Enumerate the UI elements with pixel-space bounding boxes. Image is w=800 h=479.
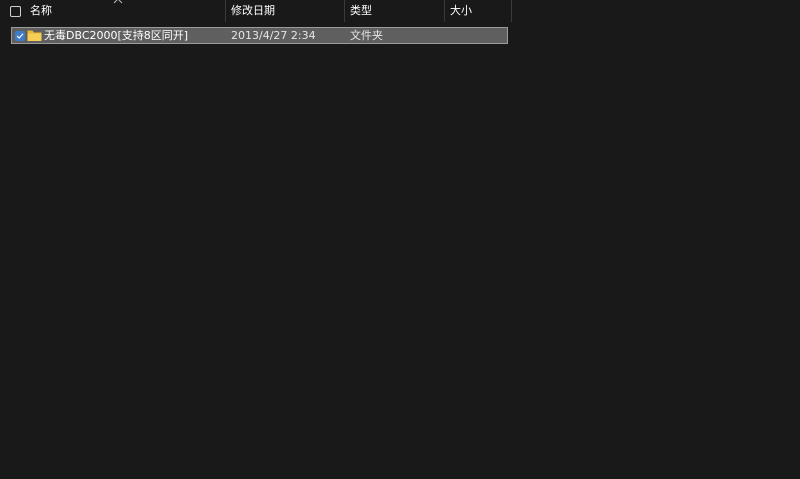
- column-header-name[interactable]: 名称: [25, 0, 226, 22]
- column-header-type-label: 类型: [350, 4, 372, 17]
- column-divider[interactable]: [511, 0, 512, 22]
- file-type: 文件夹: [350, 29, 383, 42]
- row-checkbox[interactable]: [15, 31, 25, 41]
- checkmark-icon: [16, 33, 24, 39]
- file-modified-date: 2013/4/27 2:34: [231, 29, 316, 42]
- column-header-date[interactable]: 修改日期: [226, 0, 345, 22]
- column-header-bar: 名称 修改日期 类型 大小: [0, 0, 800, 22]
- column-header-name-label: 名称: [30, 4, 52, 17]
- column-header-date-label: 修改日期: [231, 4, 275, 17]
- folder-icon: [27, 30, 42, 41]
- column-header-size[interactable]: 大小: [445, 0, 512, 22]
- column-header-size-label: 大小: [450, 4, 472, 17]
- file-row[interactable]: 无毒DBC2000[支持8区同开] 2013/4/27 2:34 文件夹: [11, 27, 508, 44]
- column-header-type[interactable]: 类型: [345, 0, 445, 22]
- file-name: 无毒DBC2000[支持8区同开]: [44, 29, 189, 42]
- sort-ascending-icon: [113, 0, 123, 4]
- file-list-pane: 名称 修改日期 类型 大小 无毒DBC2000[支持8区同开] 2013/4/2…: [0, 0, 800, 479]
- select-all-checkbox[interactable]: [10, 6, 21, 17]
